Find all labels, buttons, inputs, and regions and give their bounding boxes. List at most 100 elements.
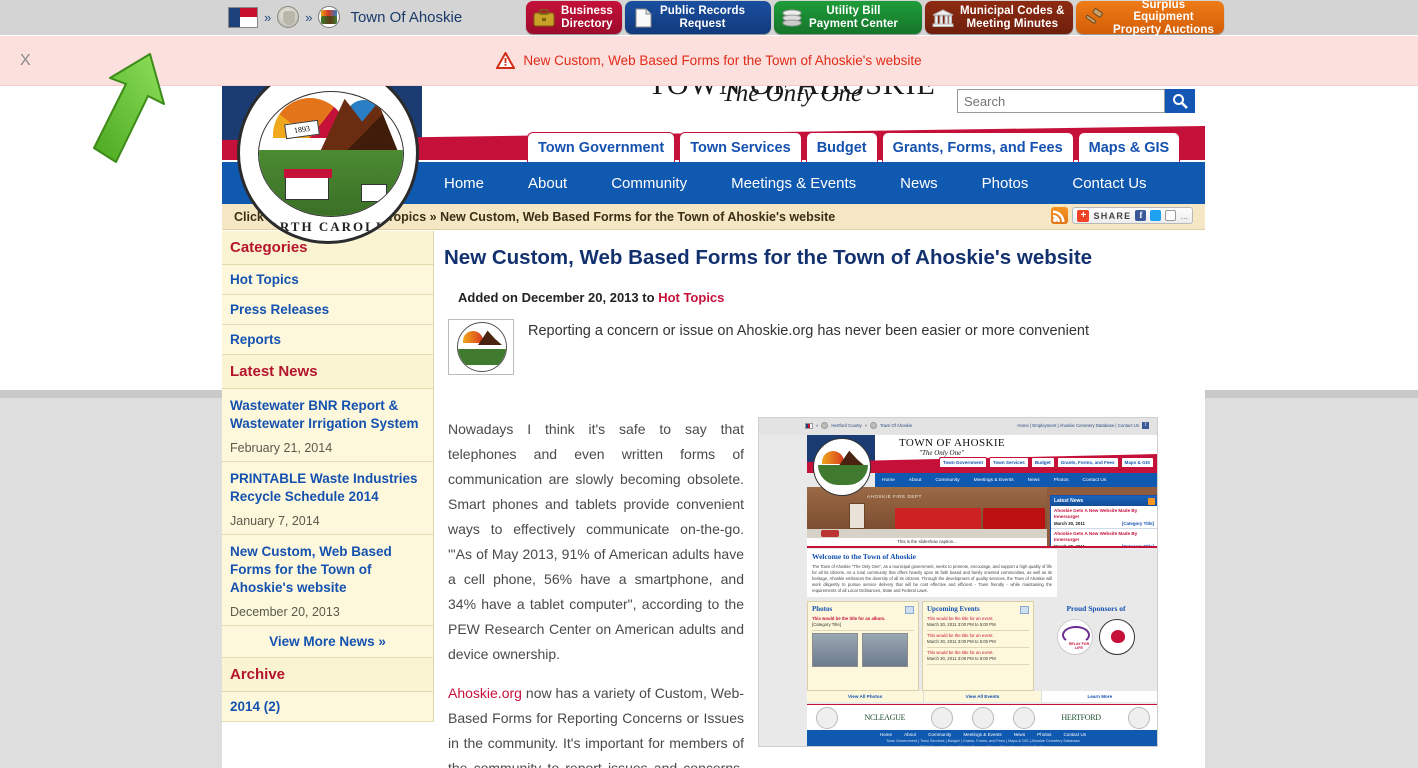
breadcrumb-separator-2: » bbox=[305, 9, 313, 25]
search-button[interactable] bbox=[1165, 89, 1195, 113]
top-breadcrumb: » » Town Of Ahoskie bbox=[228, 2, 462, 32]
nc-league-logo: NCLEAGUE bbox=[856, 709, 913, 726]
email-icon[interactable] bbox=[1165, 210, 1177, 221]
article-paragraph-2: Ahoskie.org now has a variety of Custom,… bbox=[448, 681, 744, 768]
screenshot-photos-box: Photos This would be the title for an al… bbox=[807, 601, 919, 691]
breadcrumb-separator-1: » bbox=[264, 9, 272, 25]
utility-bill-payment-center-button[interactable]: Utility Bill Payment Center bbox=[774, 1, 922, 34]
partner-logo bbox=[931, 706, 954, 729]
tab-maps-gis[interactable]: Maps & GIS bbox=[1077, 132, 1181, 162]
subnav-item-home[interactable]: Home bbox=[422, 175, 506, 192]
hertford-logo: HERTFORD bbox=[1053, 709, 1110, 726]
content-area: Categories Hot Topics Press Releases Rep… bbox=[222, 231, 1205, 768]
screenshot-top-breadcrumb: » Hertford County» Town Of Ahoskie bbox=[805, 422, 912, 429]
relay-for-life-logo: RELAY FOR LIFE bbox=[1057, 619, 1093, 655]
sidebar: Categories Hot Topics Press Releases Rep… bbox=[222, 231, 434, 722]
article-lead-text: Reporting a concern or issue on Ahoskie.… bbox=[528, 323, 1089, 339]
town-seal-icon[interactable] bbox=[318, 6, 341, 28]
website-screenshot-image[interactable]: » Hertford County» Town Of Ahoskie Home … bbox=[758, 417, 1158, 747]
subnav-item-community[interactable]: Community bbox=[589, 175, 709, 192]
rss-icon[interactable] bbox=[1051, 207, 1069, 224]
screenshot-latest-news-panel: Latest News Ahoskie Gets A New Website M… bbox=[1050, 495, 1157, 546]
page-left-margin bbox=[0, 86, 222, 390]
public-records-request-button[interactable]: Public Records Request bbox=[625, 1, 771, 34]
alert-message-group[interactable]: New Custom, Web Based Forms for the Town… bbox=[496, 52, 922, 69]
addthis-share-button[interactable]: + SHARE f ... bbox=[1072, 207, 1193, 224]
hertford-county-seal-icon[interactable] bbox=[277, 6, 300, 28]
article-added-date: December 20, 2013 bbox=[521, 290, 639, 305]
bank-icon bbox=[931, 6, 955, 30]
subnav-item-meetings-events[interactable]: Meetings & Events bbox=[709, 175, 878, 192]
tab-town-government[interactable]: Town Government bbox=[527, 132, 676, 162]
ahoskie-org-link[interactable]: Ahoskie.org bbox=[448, 685, 522, 701]
town-seal-icon bbox=[870, 422, 878, 429]
sidebar-archive-2014[interactable]: 2014 (2) bbox=[222, 692, 433, 722]
municipal-codes-meeting-minutes-button[interactable]: Municipal Codes & Meeting Minutes bbox=[925, 1, 1073, 34]
sidebar-view-more-news[interactable]: View More News » bbox=[222, 626, 433, 658]
screenshot-hero-slideshow: AHOSKIE FIRE DEPT This is the slideshow … bbox=[807, 487, 1157, 546]
sidebar-item-reports[interactable]: Reports bbox=[222, 325, 433, 355]
screenshot-feature-boxes: Photos This would be the title for an al… bbox=[807, 601, 1157, 691]
alert-message-text[interactable]: New Custom, Web Based Forms for the Town… bbox=[523, 53, 921, 68]
screenshot-footer: Home About Community Meetings & Events New… bbox=[807, 730, 1157, 746]
sidebar-news-title[interactable]: Wastewater BNR Report & Wastewater Irrig… bbox=[230, 397, 425, 433]
screenshot-crumb-county: Hertford County bbox=[831, 423, 862, 428]
tab-budget[interactable]: Budget bbox=[805, 132, 878, 162]
screenshot-sponsors-box: Proud Sponsors of RELAY FOR LIFE bbox=[1037, 601, 1155, 691]
screenshot-news-item: Ahoskie Gets A New Website Made By Inner… bbox=[1051, 529, 1157, 546]
photo-thumbnail bbox=[812, 633, 858, 667]
subnav-item-contact-us[interactable]: Contact Us bbox=[1050, 175, 1168, 192]
partner-logo bbox=[816, 706, 839, 729]
share-label: SHARE bbox=[1093, 210, 1132, 221]
screenshot-hero-sign: AHOSKIE FIRE DEPT bbox=[867, 494, 922, 499]
sidebar-archive-heading: Archive bbox=[222, 658, 433, 692]
warning-triangle-icon bbox=[496, 52, 516, 69]
twitter-icon[interactable] bbox=[1150, 210, 1162, 221]
sidebar-news-title[interactable]: PRINTABLE Waste Industries Recycle Sched… bbox=[230, 470, 425, 506]
business-directory-button[interactable]: Business Directory bbox=[526, 1, 622, 34]
partner-logo bbox=[1127, 706, 1150, 729]
sidebar-item-press-releases[interactable]: Press Releases bbox=[222, 295, 433, 325]
article-added-prefix: Added on bbox=[458, 290, 518, 305]
subnav-item-photos[interactable]: Photos bbox=[960, 175, 1051, 192]
sidebar-news-title[interactable]: New Custom, Web Based Forms for the Town… bbox=[230, 543, 425, 597]
share-cluster: + SHARE f ... bbox=[1051, 207, 1193, 224]
fire-truck-image bbox=[983, 508, 1045, 529]
screenshot-tab: Grants, Forms, and Fees bbox=[1056, 457, 1119, 468]
top-site-label[interactable]: Town Of Ahoskie bbox=[350, 9, 462, 26]
facebook-icon[interactable]: f bbox=[1135, 210, 1147, 221]
screenshot-title: TOWN OF AHOSKIE bbox=[899, 437, 1006, 449]
sidebar-news-item[interactable]: New Custom, Web Based Forms for the Town… bbox=[222, 535, 433, 626]
article-added-to: to bbox=[642, 290, 655, 305]
article-category[interactable]: Hot Topics bbox=[658, 290, 724, 305]
subnav-item-about[interactable]: About bbox=[506, 175, 589, 192]
town-seal-large-icon[interactable]: TOWN OF AHOSKIE 1893 NORTH CAROLINA bbox=[237, 86, 419, 244]
surplus-equipment-property-auctions-button[interactable]: Surplus Equipment Property Auctions bbox=[1076, 0, 1224, 36]
screenshot-events-box: Upcoming Events This would be the title … bbox=[922, 601, 1034, 691]
screenshot-tab: Maps & GIS bbox=[1120, 457, 1155, 468]
screenshot-nav: Home About Community Meetings & Events New… bbox=[875, 473, 1157, 487]
rss-icon bbox=[1148, 497, 1155, 505]
sidebar-item-hot-topics[interactable]: Hot Topics bbox=[222, 265, 433, 295]
addthis-plus-icon: + bbox=[1077, 209, 1090, 222]
subnav-item-news[interactable]: News bbox=[878, 175, 960, 192]
alert-close-button[interactable]: X bbox=[20, 52, 31, 70]
search-input[interactable] bbox=[957, 89, 1165, 113]
screenshot-crumb-town: Town Of Ahoskie bbox=[880, 423, 913, 428]
article-body: Nowadays I think it's safe to say that t… bbox=[448, 417, 1174, 768]
page-title: New Custom, Web Based Forms for the Town… bbox=[444, 246, 1093, 269]
screenshot-tagline: "The Only One" bbox=[919, 449, 965, 457]
screenshot-top-links: Home | Employment | Ahoskie Cemetery Dat… bbox=[1017, 422, 1149, 429]
sidebar-news-item[interactable]: Wastewater BNR Report & Wastewater Irrig… bbox=[222, 389, 433, 462]
sidebar-news-item[interactable]: PRINTABLE Waste Industries Recycle Sched… bbox=[222, 462, 433, 535]
surplus-equipment-property-auctions-label: Surplus Equipment Property Auctions bbox=[1113, 0, 1214, 36]
nc-flag-icon[interactable] bbox=[228, 6, 258, 28]
alert-banner: X New Custom, Web Based Forms for the To… bbox=[0, 36, 1418, 86]
tab-town-services[interactable]: Town Services bbox=[679, 132, 802, 162]
article-lead-row: Reporting a concern or issue on Ahoskie.… bbox=[448, 319, 1174, 375]
share-more-icon[interactable]: ... bbox=[1180, 211, 1188, 221]
article-meta: Added on December 20, 2013 to Hot Topics bbox=[458, 290, 1174, 305]
public-records-request-label: Public Records Request bbox=[660, 5, 746, 30]
tab-grants-forms-fees[interactable]: Grants, Forms, and Fees bbox=[881, 132, 1074, 162]
screenshot-tab: Budget bbox=[1030, 457, 1055, 468]
